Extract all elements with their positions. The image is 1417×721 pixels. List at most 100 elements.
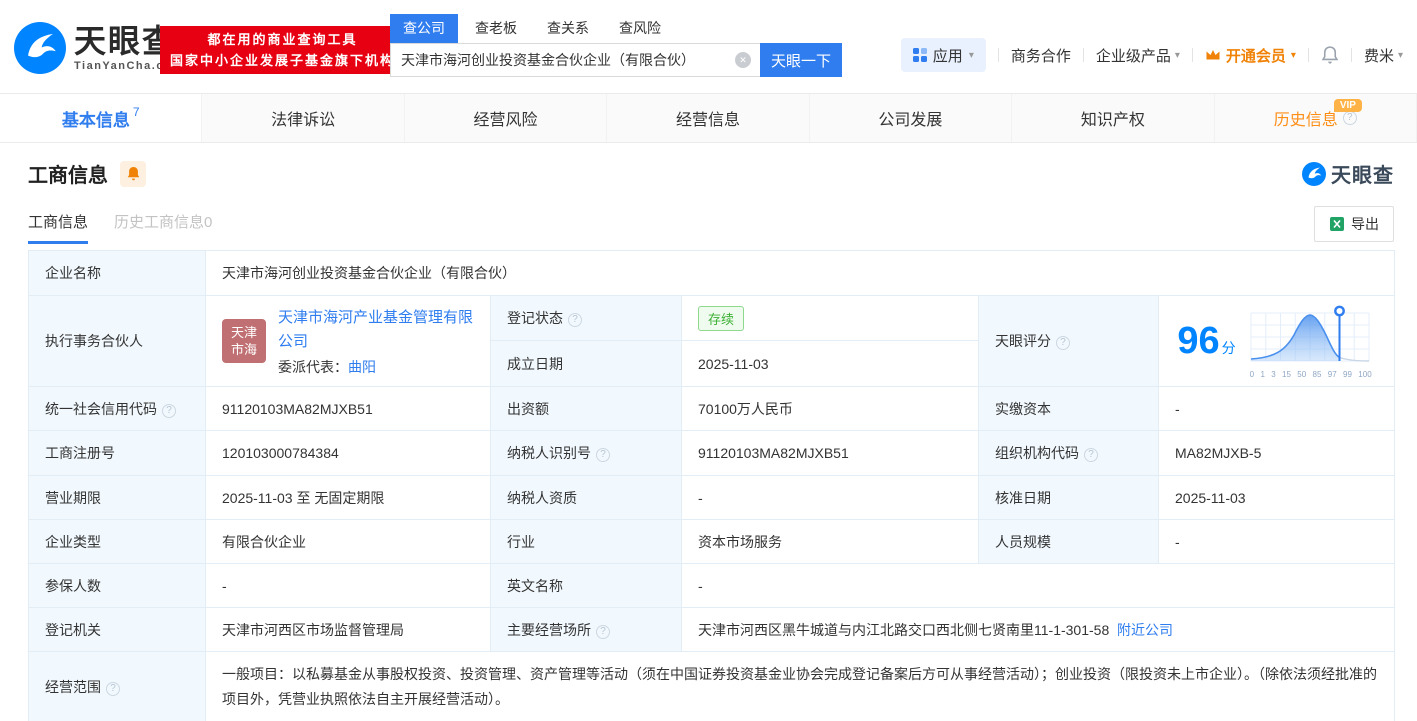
search-button[interactable]: 天眼一下 [760,43,842,77]
help-icon[interactable] [596,624,610,639]
divider [1350,48,1352,62]
score-chart-ticks: 0 1 3 15 50 85 97 99 100 [1249,370,1372,379]
company-name-label: 企业名称 [28,250,206,296]
industry-value: 资本市场服务 [681,519,979,564]
business-scope-value: 一般项目：以私募基金从事股权投资、投资管理、资产管理等活动（须在中国证券投资基金… [204,651,1396,721]
table-row: 统一社会信用代码 91120103MA82MJXB51 出资额 70100万人民… [28,386,1396,431]
chevron-down-icon: ▾ [1397,49,1403,61]
business-cooperation-link[interactable]: 商务合作 [1011,45,1071,66]
business-info-section: 工商信息 天眼查 工商信息 历史工商信息0 导出 企业名称 天津市海河创业投资基… [0,143,1417,721]
tianyancha-logo[interactable]: 天眼查 TianYanCha.com [14,22,183,74]
term-value: 2025-11-03 至 无固定期限 [205,475,491,520]
help-icon[interactable] [106,681,120,696]
table-row: 经营范围 一般项目：以私募基金从事股权投资、投资管理、资产管理等活动（须在中国证… [28,651,1396,721]
apps-grid-icon [912,48,927,62]
tab-basic-info[interactable]: 基本信息 7 [0,94,203,142]
english-name-label: 英文名称 [490,563,682,608]
user-menu[interactable]: 费米 ▾ [1364,45,1403,66]
table-row: 登记机关 天津市河西区市场监督管理局 主要经营场所 天津市河西区黑牛城道与内江北… [28,607,1396,652]
staff-size-label: 人员规模 [978,519,1159,564]
approve-date-value: 2025-11-03 [1157,475,1396,520]
address-label: 主要经营场所 [490,607,682,652]
table-row: 参保人数 - 英文名称 - [28,563,1396,608]
search-tab-risk[interactable]: 查风险 [606,14,674,43]
staff-size-value: - [1157,519,1396,564]
partner-company-link[interactable]: 天津市海河产业基金管理有限公司 [278,306,474,354]
header-right: 应用 ▾ 商务合作 企业级产品 ▾ 开通会员 ▾ 费米 ▾ [900,38,1403,72]
approve-date-label: 核准日期 [978,475,1159,520]
search-tab-boss[interactable]: 查老板 [462,14,530,43]
nearby-companies-link[interactable]: 附近公司 [1117,622,1173,638]
search-input[interactable] [390,43,760,77]
score-unit: 分 [1221,340,1236,356]
registration-authority-label: 登记机关 [28,607,206,652]
subscribe-bell-button[interactable] [120,160,146,187]
taxid-value: 91120103MA82MJXB51 [681,430,979,476]
partner-label: 执行事务合伙人 [28,295,206,387]
slogan-line2: 国家中小企业发展子基金旗下机构 [170,53,396,68]
slogan-line1: 都在用的商业查询工具 [207,32,358,47]
insured-label: 参保人数 [28,563,206,608]
help-icon[interactable] [568,313,582,327]
subtab-business-info[interactable]: 工商信息 [28,211,89,244]
tianyancha-logo-icon [14,22,66,74]
search-area: 查公司 查老板 查关系 查风险 天眼一下 [390,14,842,77]
regno-label: 工商注册号 [28,430,206,476]
established-label: 成立日期 [490,340,682,387]
paid-capital-label: 实缴资本 [978,386,1159,431]
help-icon[interactable] [1084,448,1098,462]
orgcode-value: MA82MJXB-5 [1157,430,1396,476]
reg-status-label: 登记状态 [490,295,682,341]
company-name-value: 天津市海河创业投资基金合伙企业（有限合伙） [204,250,1396,296]
subtab-history-business-info[interactable]: 历史工商信息0 [114,211,212,244]
registration-authority-value: 天津市河西区市场监督管理局 [205,607,491,652]
tab-operational-risk[interactable]: 经营风险 [405,94,608,142]
tab-label: 法律诉讼 [271,112,336,129]
tab-label: 历史信息 [1273,112,1338,129]
top-header: 天眼查 TianYanCha.com 都在用的商业查询工具 国家中小企业发展子基… [0,0,1417,93]
vip-upgrade-label: 开通会员 [1225,47,1286,65]
tab-company-development[interactable]: 公司发展 [810,94,1013,142]
company-type-value: 有限合伙企业 [205,519,491,564]
tianyancha-logo-icon [1302,161,1326,186]
table-row: 企业类型 有限合伙企业 行业 资本市场服务 人员规模 - [28,519,1396,564]
score-distribution-chart: 0 1 3 15 50 85 97 99 100 [1246,303,1376,379]
crown-icon [1206,50,1220,60]
enterprise-products-label: 企业级产品 [1095,47,1171,65]
table-row: 执行事务合伙人 天津市海 天津市海河产业基金管理有限公司 委派代表：曲阳 登记状… [28,295,1396,387]
apps-menu[interactable]: 应用 ▾ [900,38,986,72]
capital-value: 70100万人民币 [681,386,979,431]
tab-intellectual-property[interactable]: 知识产权 [1012,94,1215,142]
divider [1191,48,1193,62]
notifications-bell-icon[interactable] [1321,45,1339,65]
watermark-label: 天眼查 [1331,165,1394,187]
apps-label: 应用 [932,47,963,65]
chevron-down-icon: ▾ [1290,49,1296,61]
tab-label: 知识产权 [1080,112,1145,129]
tab-business-info[interactable]: 经营信息 [607,94,810,142]
enterprise-products-menu[interactable]: 企业级产品 ▾ [1096,45,1180,66]
tax-qualification-value: - [681,475,979,520]
score-curve [1250,305,1370,362]
help-icon[interactable] [1342,111,1357,125]
company-nav-tabs: 基本信息 7 法律诉讼 经营风险 经营信息 公司发展 知识产权 VIP 历史信息 [0,93,1417,143]
help-icon[interactable] [596,448,610,462]
clear-search-icon[interactable] [735,52,751,68]
delegate-name-link[interactable]: 曲阳 [348,359,376,375]
regno-value: 120103000784384 [205,430,491,476]
tab-legal-proceedings[interactable]: 法律诉讼 [202,94,405,142]
excel-icon [1330,217,1344,231]
export-button[interactable]: 导出 [1314,206,1394,242]
tab-history-info[interactable]: VIP 历史信息 [1215,94,1417,142]
search-tab-relation[interactable]: 查关系 [534,14,602,43]
orgcode-label: 组织机构代码 [978,430,1159,476]
business-scope-label: 经营范围 [28,651,206,721]
partner-value: 天津市海 天津市海河产业基金管理有限公司 委派代表：曲阳 [205,295,491,387]
divider [997,48,999,62]
help-icon[interactable] [1056,336,1070,350]
uscc-label: 统一社会信用代码 [28,386,206,431]
delegate-label: 委派代表： [278,358,348,375]
vip-upgrade-link[interactable]: 开通会员 ▾ [1205,45,1296,66]
search-tab-company[interactable]: 查公司 [390,14,458,43]
help-icon[interactable] [162,403,176,418]
